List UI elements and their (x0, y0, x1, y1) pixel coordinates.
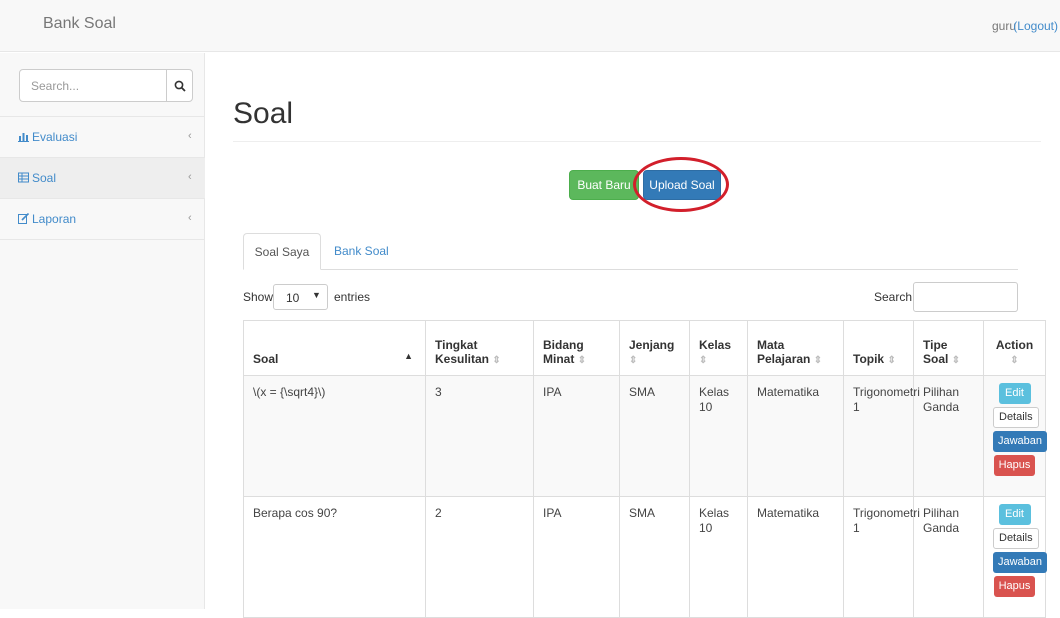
cell-topik: Trigonometri 1 (843, 375, 920, 497)
sidebar-item-soal[interactable]: Soal ‹ (0, 158, 205, 199)
cell-action: Edit Details Jawaban Hapus (983, 375, 1048, 497)
edit-icon (18, 213, 29, 224)
delete-button[interactable]: Hapus (993, 576, 1036, 597)
answer-button[interactable]: Jawaban (993, 431, 1048, 452)
table-icon (18, 172, 29, 183)
top-navbar: Bank Soal guru (Logout) (0, 0, 1060, 52)
chevron-left-icon: ‹ (188, 171, 192, 183)
app-brand[interactable]: Bank Soal (43, 15, 116, 33)
table-row: Berapa cos 90? 2 IPA SMA Kelas 10 Matema… (243, 496, 1048, 618)
sidebar-item-label: Evaluasi (32, 130, 78, 144)
cell-soal: \(x = {\sqrt4}\) (243, 375, 426, 497)
table-row: \(x = {\sqrt4}\) 3 IPA SMA Kelas 10 Mate… (243, 375, 1048, 497)
tabs-divider (243, 269, 1018, 270)
column-header-jenjang[interactable]: Jenjang ⇕ (619, 320, 690, 376)
cell-kelas: Kelas 10 (689, 496, 748, 618)
sort-icon: ⇕ (951, 355, 961, 366)
column-header-soal[interactable]: Soal ▲ (243, 320, 426, 376)
cell-mapel: Matematika (747, 496, 844, 618)
details-button[interactable]: Details (993, 528, 1039, 549)
column-header-label: Soal (253, 352, 279, 366)
cell-tipe: Pilihan Ganda (913, 375, 984, 497)
column-header-mapel[interactable]: Mata Pelajaran ⇕ (747, 320, 844, 376)
column-header-action[interactable]: Action ⇕ (983, 320, 1046, 376)
sort-icon: ⇕ (577, 355, 587, 366)
column-header-label: Jenjang (629, 338, 675, 352)
sidebar-item-evaluasi[interactable]: Evaluasi ‹ (0, 117, 205, 158)
sidebar-search-group (0, 53, 205, 117)
cell-tingkat: 2 (425, 496, 534, 618)
column-header-topik[interactable]: Topik ⇕ (843, 320, 914, 376)
caret-down-icon: ▼ (312, 290, 321, 300)
sort-icon: ⇕ (1010, 355, 1019, 366)
cell-topik: Trigonometri 1 (843, 496, 920, 618)
cell-soal: Berapa cos 90? (243, 496, 426, 618)
entries-length-select[interactable]: 10 ▼ (273, 284, 328, 310)
column-header-label: Kelas (699, 338, 732, 352)
bar-chart-icon (18, 133, 29, 142)
cell-tipe: Pilihan Ganda (913, 496, 984, 618)
table-header-row: Soal ▲ Tingkat Kesulitan ⇕ Bidang Minat … (243, 320, 1046, 376)
sort-icon: ⇕ (492, 355, 501, 366)
cell-bidang: IPA (533, 496, 620, 618)
sort-icon: ⇕ (887, 355, 896, 366)
cell-jenjang: SMA (619, 496, 690, 618)
column-header-bidang[interactable]: Bidang Minat ⇕ (533, 320, 620, 376)
page-title: Soal (233, 97, 294, 130)
edit-button[interactable]: Edit (998, 383, 1031, 404)
column-header-tipe[interactable]: Tipe Soal ⇕ (913, 320, 984, 376)
entries-length-value: 10 (286, 291, 300, 305)
sidebar-item-label: Soal (32, 171, 57, 185)
answer-button[interactable]: Jawaban (993, 552, 1048, 573)
column-header-label: Mata Pelajaran (757, 338, 811, 366)
column-header-label: Tingkat Kesulitan (435, 338, 490, 366)
cell-bidang: IPA (533, 375, 620, 497)
highlight-circle-annotation (633, 157, 729, 212)
table-search-input[interactable] (913, 282, 1018, 312)
sidebar-item-label: Laporan (32, 212, 77, 226)
chevron-left-icon: ‹ (188, 212, 192, 224)
search-icon (174, 80, 186, 92)
column-header-label: Action (995, 338, 1034, 352)
sort-asc-icon: ▲ (404, 351, 413, 361)
column-header-label: Tipe Soal (923, 338, 949, 366)
edit-button[interactable]: Edit (998, 504, 1031, 525)
cell-mapel: Matematika (747, 375, 844, 497)
chevron-left-icon: ‹ (188, 130, 192, 142)
cell-kelas: Kelas 10 (689, 375, 748, 497)
entries-label: entries (334, 290, 371, 304)
column-header-tingkat[interactable]: Tingkat Kesulitan ⇕ (425, 320, 534, 376)
logout-link[interactable]: (Logout) (1013, 19, 1058, 33)
tab-soal-saya[interactable]: Soal Saya (243, 233, 321, 270)
details-button[interactable]: Details (993, 407, 1039, 428)
questions-table: Soal ▲ Tingkat Kesulitan ⇕ Bidang Minat … (243, 320, 1048, 618)
sidebar-search-input[interactable] (19, 69, 167, 102)
sort-icon: ⇕ (813, 355, 823, 366)
sidebar-item-laporan[interactable]: Laporan ‹ (0, 199, 205, 240)
sort-icon: ⇕ (629, 355, 638, 366)
new-question-button[interactable]: Buat Baru (569, 170, 639, 200)
sort-icon: ⇕ (699, 355, 708, 366)
column-header-label: Topik (853, 352, 885, 366)
search-button[interactable] (166, 69, 193, 102)
tab-bank-soal[interactable]: Bank Soal (334, 244, 389, 258)
delete-button[interactable]: Hapus (993, 455, 1036, 476)
cell-tingkat: 3 (425, 375, 534, 497)
show-label: Show (243, 290, 274, 304)
cell-action: Edit Details Jawaban Hapus (983, 496, 1048, 618)
column-header-kelas[interactable]: Kelas ⇕ (689, 320, 748, 376)
sidebar: Evaluasi ‹ Soal ‹ Laporan ‹ (0, 53, 205, 609)
cell-jenjang: SMA (619, 375, 690, 497)
title-divider (233, 141, 1041, 142)
table-search-label: Search: (874, 290, 916, 304)
